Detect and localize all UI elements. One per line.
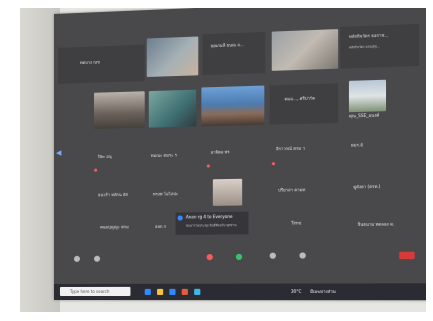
participant-name: หลักกิจวัตร ธอราช...: [348, 32, 389, 40]
chrome-icon[interactable]: [181, 288, 188, 295]
search-input[interactable]: Type here to search: [59, 286, 131, 296]
participant-name: ทรงท โมไลปะ: [152, 191, 179, 197]
mic-icon[interactable]: [73, 255, 80, 262]
taskview-icon[interactable]: [144, 288, 151, 295]
participant-video: [271, 29, 339, 71]
participant-name: ทดบาง ณข: [79, 59, 100, 66]
projected-zoom-screen: ทดบาง ณข คุณกมลี ธนณ ล... หลักกิจวัตร ธอ…: [54, 8, 426, 301]
participant-name: ธนวร้า หลักน อัส: [98, 191, 128, 198]
mic-muted-icon: ●: [94, 167, 98, 173]
apps-icon[interactable]: [299, 252, 306, 259]
video-icon[interactable]: [94, 255, 101, 262]
chat-popup[interactable]: Anan rg 4 to Everyone ขอนาร่วมประชุม ยิน…: [175, 211, 249, 235]
leave-button[interactable]: [399, 251, 415, 260]
participant-name: ลลก.ร: [154, 223, 166, 229]
participant-name: อาจิตอ พร: [210, 149, 230, 155]
participant-video: [212, 178, 243, 206]
edge-icon[interactable]: [194, 288, 201, 295]
record-icon[interactable]: [206, 254, 213, 261]
participant-name: ทมณะ ตมระ ร: [150, 152, 177, 159]
participant-tile: คมม..., ศรีปาร์ค: [269, 83, 339, 125]
chat-message: ขอนาร่วมประชุม ยินดีต้อนรับ ทุกท่าน: [185, 223, 237, 228]
participant-tile: ทดบาง ณข: [57, 44, 145, 84]
mic-muted-icon: ●: [271, 160, 276, 166]
weather-desc: มีเมฆบางส่วน: [310, 288, 336, 294]
participant-tile: คุณกมลี ธนณ ล...: [202, 31, 266, 76]
folder-icon[interactable]: [157, 288, 164, 295]
search-placeholder: Type here to search: [69, 288, 110, 294]
prev-page-icon[interactable]: ◀: [56, 149, 61, 157]
participant-name: คุณกมลี ธนณ ล...: [210, 41, 244, 49]
weather-temp: 30°C: [290, 288, 302, 294]
reactions-icon[interactable]: [269, 252, 276, 259]
participant-name: คุณ_SSE_อนงค์: [348, 112, 380, 119]
photo-frame: ทดบาง ณข คุณกมลี ธนณ ล... หลักกิจวัตร ธอ…: [20, 8, 426, 312]
participant-tile: หลักกิจวัตร ธอราช... หลักกิจวัตร ธรณสุข.…: [340, 23, 420, 69]
participant-name: จีนธนาม ทดลอง ด.: [357, 221, 395, 227]
participant-video: [94, 91, 145, 129]
participant-name: ผมร.อั: [351, 142, 363, 148]
participant-video: [148, 89, 197, 128]
participant-name: Time: [290, 220, 302, 226]
windows-taskbar: Type here to search 30°C มีเมฆบางส่วน: [54, 283, 426, 301]
participant-name: คนมบุญญะ ตรม: [100, 224, 129, 230]
participant-name: ดูตังยา (ตรท.): [353, 183, 381, 190]
participant-name: คมม..., ศรีปาร์ค: [284, 95, 316, 102]
chat-sender: Anan rg 4 to Everyone: [185, 213, 233, 220]
share-screen-icon[interactable]: [235, 253, 243, 261]
participant-video: [146, 36, 199, 77]
zoom-icon[interactable]: [169, 288, 176, 295]
participant-name: ปรียาสา ตามท: [278, 187, 306, 193]
participant-video: [201, 85, 265, 127]
participant-video: [348, 79, 387, 113]
participant-name: ปิยะ อนุ: [98, 153, 112, 160]
participant-subname: หลักกิจวัตร ธรณสุข...: [348, 44, 380, 50]
avatar: [177, 215, 183, 221]
mic-muted-icon: ●: [206, 162, 211, 169]
participant-name: ลิราวรณ์ ตรม ว: [275, 145, 305, 152]
